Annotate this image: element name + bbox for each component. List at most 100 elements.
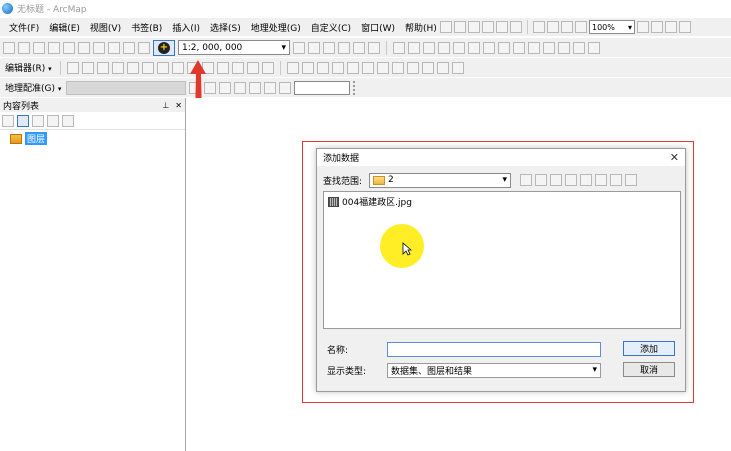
georef-tool-icon[interactable]: [376, 61, 389, 74]
menu-customize[interactable]: 自定义(C): [306, 21, 356, 34]
copy-icon[interactable]: [78, 41, 90, 54]
select-elements-icon[interactable]: [543, 41, 555, 54]
identify-icon[interactable]: [558, 41, 570, 54]
forward-icon[interactable]: [498, 41, 510, 54]
new-folder-icon[interactable]: [580, 174, 593, 186]
toolbar-grip[interactable]: [353, 80, 356, 95]
list-by-drawing-order-icon[interactable]: [2, 114, 14, 127]
menu-insert[interactable]: 插入(I): [167, 21, 205, 34]
layout-icon[interactable]: [468, 21, 480, 33]
add-button[interactable]: 添加: [623, 341, 675, 356]
zoom-out-icon[interactable]: [408, 41, 420, 54]
georef-tool-icon[interactable]: [421, 61, 434, 74]
endpoint-arc-icon[interactable]: [111, 61, 124, 74]
toc-window-icon[interactable]: [308, 41, 320, 54]
sketch-properties-icon[interactable]: [246, 61, 259, 74]
select-features-icon[interactable]: [513, 41, 525, 54]
arctoolbox-icon[interactable]: [353, 41, 365, 54]
menu-view[interactable]: 视图(V): [85, 21, 126, 34]
layers-entry[interactable]: 图层: [0, 130, 185, 147]
shift-icon[interactable]: [219, 81, 232, 94]
cut-icon[interactable]: [63, 41, 75, 54]
menu-bookmarks[interactable]: 书签(B): [126, 21, 167, 34]
focus-data-frame-icon[interactable]: [651, 21, 663, 33]
create-features-icon[interactable]: [261, 61, 274, 74]
close-icon[interactable]: ✕: [175, 101, 182, 110]
undo-icon[interactable]: [123, 41, 135, 54]
list-item[interactable]: 004福建政区.jpg: [328, 195, 676, 208]
search-window-icon[interactable]: [338, 41, 350, 54]
attributes-icon[interactable]: [231, 61, 244, 74]
georef-tool-icon[interactable]: [406, 61, 419, 74]
edit-annotation-icon[interactable]: [81, 61, 94, 74]
georef-tool-icon[interactable]: [316, 61, 329, 74]
fixed-zoom-in-icon[interactable]: [453, 41, 465, 54]
full-extent-icon[interactable]: [438, 41, 450, 54]
rotate-icon[interactable]: [216, 61, 229, 74]
rotate-angle-icon[interactable]: [279, 81, 292, 94]
list-by-visibility-icon[interactable]: [32, 114, 44, 127]
new-icon[interactable]: [3, 41, 15, 54]
html-popup-icon[interactable]: [588, 41, 600, 54]
home-icon[interactable]: [535, 174, 548, 186]
scale-icon[interactable]: [234, 81, 247, 94]
add-data-button[interactable]: +: [153, 39, 175, 56]
data-driven-pages-icon[interactable]: [679, 21, 691, 33]
layout-icon[interactable]: [510, 21, 522, 33]
close-icon[interactable]: ✕: [670, 151, 679, 164]
open-icon[interactable]: [18, 41, 30, 54]
print-icon[interactable]: [48, 41, 60, 54]
lookin-select[interactable]: 2 ▾: [369, 172, 512, 188]
toolbox-icon[interactable]: [625, 174, 638, 186]
menu-geoprocessing[interactable]: 地理处理(G): [246, 21, 306, 34]
reshape-icon[interactable]: [171, 61, 184, 74]
show-type-select[interactable]: 数据集、图层和结果 ▾: [387, 362, 601, 378]
menu-window[interactable]: 窗口(W): [356, 21, 400, 34]
georeferencing-menu[interactable]: 地理配准(G) ▾: [3, 81, 63, 94]
georef-tool-icon[interactable]: [346, 61, 359, 74]
straight-segment-icon[interactable]: [96, 61, 109, 74]
edit-tool-icon[interactable]: [66, 61, 79, 74]
edit-vertices-icon[interactable]: [156, 61, 169, 74]
list-by-selection-icon[interactable]: [47, 114, 59, 127]
delete-icon[interactable]: [108, 41, 120, 54]
layout-icon[interactable]: [496, 21, 508, 33]
zoom-level-select[interactable]: 100% ▾: [589, 20, 635, 34]
redo-icon[interactable]: [138, 41, 150, 54]
georef-tool-icon[interactable]: [451, 61, 464, 74]
hyperlink-icon[interactable]: [573, 41, 585, 54]
options-icon[interactable]: [62, 114, 74, 127]
back-icon[interactable]: [483, 41, 495, 54]
cancel-button[interactable]: 取消: [623, 362, 675, 377]
pan-icon[interactable]: [423, 41, 435, 54]
menu-edit[interactable]: 编辑(E): [44, 21, 85, 34]
clear-selection-icon[interactable]: [528, 41, 540, 54]
zoom-width-icon[interactable]: [547, 21, 559, 33]
layout-icon[interactable]: [454, 21, 466, 33]
view-link-table-icon[interactable]: [249, 81, 262, 94]
file-list[interactable]: 004福建政区.jpg: [323, 191, 681, 329]
menu-selection[interactable]: 选择(S): [205, 21, 246, 34]
layout-icon[interactable]: [440, 21, 452, 33]
change-layout-icon[interactable]: [665, 21, 677, 33]
zoom-whole-page-icon[interactable]: [533, 21, 545, 33]
focus-icon[interactable]: [575, 21, 587, 33]
pin-icon[interactable]: ⊥: [162, 101, 169, 110]
connect-folder-icon[interactable]: [550, 174, 563, 186]
map-scale-select[interactable]: 1:2, 000, 000 ▾: [178, 40, 290, 55]
georef-layer-select[interactable]: [66, 80, 187, 95]
zoom-in-icon[interactable]: [393, 41, 405, 54]
views-icon[interactable]: [565, 174, 578, 186]
up-one-level-icon[interactable]: [520, 174, 533, 186]
name-input[interactable]: [387, 341, 601, 357]
menu-help[interactable]: 帮助(H): [400, 21, 442, 34]
fixed-zoom-out-icon[interactable]: [468, 41, 480, 54]
list-by-source-icon[interactable]: [17, 114, 29, 127]
rotation-input[interactable]: [294, 80, 351, 95]
catalog-window-icon[interactable]: [323, 41, 335, 54]
editor-menu[interactable]: 编辑器(R) ▾: [3, 61, 54, 74]
georef-tool-icon[interactable]: [361, 61, 374, 74]
georef-tool-icon[interactable]: [331, 61, 344, 74]
point-icon[interactable]: [141, 61, 154, 74]
zoom-100-icon[interactable]: [561, 21, 573, 33]
